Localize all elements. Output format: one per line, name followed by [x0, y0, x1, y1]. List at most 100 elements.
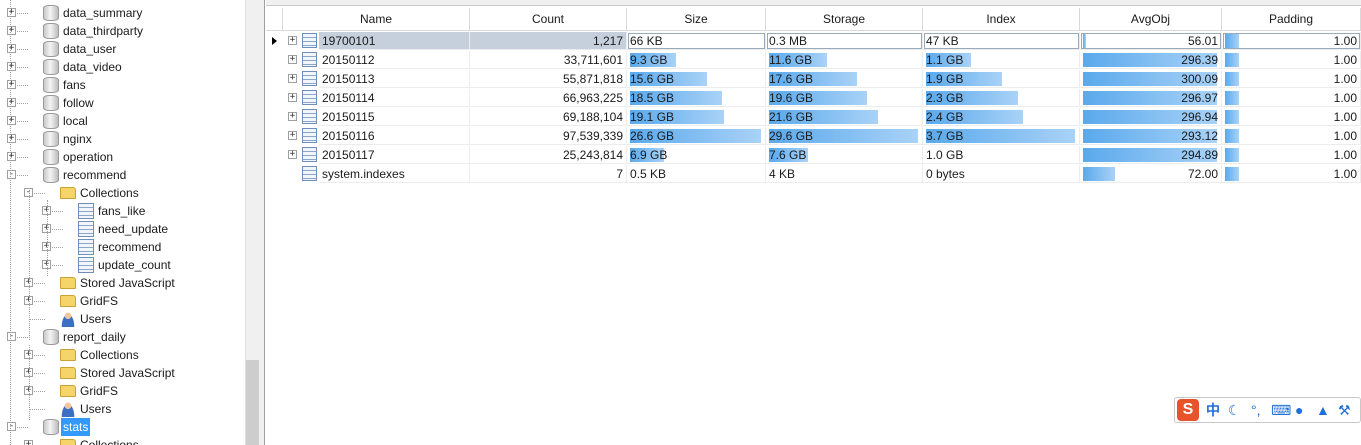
cell-index[interactable]: 2.3 GB: [923, 89, 1080, 107]
cell-name[interactable]: 20150115: [319, 108, 470, 126]
tree-node-label[interactable]: report_daily: [61, 328, 128, 346]
tree-node[interactable]: Users: [0, 310, 245, 328]
tree-node[interactable]: + Collections: [0, 436, 245, 445]
cell-avgobj[interactable]: 72.00: [1080, 165, 1222, 183]
ime-toolbar[interactable]: S 中 ☾ °, ⌨ ● ▲ ⚒: [1174, 397, 1361, 423]
cell-index[interactable]: 2.4 GB: [923, 108, 1080, 126]
row-expand-icon[interactable]: +: [288, 36, 297, 45]
tree-node-label[interactable]: data_summary: [61, 4, 144, 22]
tree-node-label[interactable]: Stored JavaScript: [78, 274, 177, 292]
expand-icon[interactable]: +: [7, 134, 16, 143]
tree-node-label[interactable]: GridFS: [78, 292, 120, 310]
collections-grid[interactable]: Name Count Size Storage Index AvgObj Pad…: [266, 8, 1361, 445]
cell-name[interactable]: 20150114: [319, 89, 470, 107]
collapse-icon[interactable]: -: [7, 170, 16, 179]
cell-storage[interactable]: 19.6 GB: [766, 89, 923, 107]
cell-padding[interactable]: 1.00: [1222, 51, 1361, 69]
cell-size[interactable]: 9.3 GB: [627, 51, 766, 69]
input-mode-toggle[interactable]: 中: [1206, 401, 1220, 419]
cell-padding[interactable]: 1.00: [1222, 32, 1361, 50]
tree-node-label[interactable]: update_count: [96, 256, 173, 274]
cell-index[interactable]: 47 KB: [923, 32, 1080, 50]
expand-icon[interactable]: +: [7, 62, 16, 71]
moon-icon[interactable]: ☾: [1228, 401, 1241, 419]
tree-node[interactable]: + Stored JavaScript: [0, 274, 245, 292]
cell-storage[interactable]: 29.6 GB: [766, 127, 923, 145]
cell-count[interactable]: 66,963,225: [470, 89, 627, 107]
cell-padding[interactable]: 1.00: [1222, 165, 1361, 183]
tree-node-label[interactable]: recommend: [96, 238, 163, 256]
tree-node-label[interactable]: operation: [61, 148, 115, 166]
cell-padding[interactable]: 1.00: [1222, 108, 1361, 126]
tree-node-label[interactable]: GridFS: [78, 382, 120, 400]
tree-node-label[interactable]: data_user: [61, 40, 118, 58]
cell-storage[interactable]: 0.3 MB: [766, 32, 923, 50]
tree-node-label[interactable]: Collections: [78, 436, 141, 445]
column-header-size[interactable]: Size: [627, 8, 766, 31]
cell-name[interactable]: 20150112: [319, 51, 470, 69]
cell-size[interactable]: 26.6 GB: [627, 127, 766, 145]
collapse-icon[interactable]: -: [7, 422, 16, 431]
cell-avgobj[interactable]: 296.94: [1080, 108, 1222, 126]
cell-size[interactable]: 6.9 GB: [627, 146, 766, 164]
expand-icon[interactable]: +: [7, 44, 16, 53]
panel-splitter[interactable]: [260, 0, 265, 445]
cell-storage[interactable]: 4 KB: [766, 165, 923, 183]
expand-icon[interactable]: +: [7, 152, 16, 161]
cell-index[interactable]: 3.7 GB: [923, 127, 1080, 145]
keyboard-icon[interactable]: ⌨: [1271, 401, 1291, 419]
expand-icon[interactable]: +: [7, 116, 16, 125]
tree-node[interactable]: + data_user: [0, 40, 245, 58]
cell-avgobj[interactable]: 56.01: [1080, 32, 1222, 50]
cell-count[interactable]: 69,188,104: [470, 108, 627, 126]
cell-name[interactable]: 19700101: [319, 32, 470, 50]
cell-count[interactable]: 55,871,818: [470, 70, 627, 88]
cell-index[interactable]: 0 bytes: [923, 165, 1080, 183]
cell-count[interactable]: 97,539,339: [470, 127, 627, 145]
column-header-name[interactable]: Name: [283, 8, 470, 31]
tree-node[interactable]: + Stored JavaScript: [0, 364, 245, 382]
table-row[interactable]: +20150112 33,711,601 9.3 GB 11.6 GB 1.1 GB 29…: [266, 51, 1361, 69]
punctuation-icon[interactable]: °,: [1251, 401, 1261, 419]
tree-node-label[interactable]: data_thirdparty: [61, 22, 145, 40]
cell-avgobj[interactable]: 293.12: [1080, 127, 1222, 145]
cell-size[interactable]: 19.1 GB: [627, 108, 766, 126]
tree-node-label[interactable]: fans: [61, 76, 88, 94]
row-expand-icon[interactable]: +: [288, 55, 297, 64]
cell-size[interactable]: 0.5 KB: [627, 165, 766, 183]
tree-node-label[interactable]: Collections: [78, 346, 141, 364]
column-header-count[interactable]: Count: [470, 8, 627, 31]
column-header-padding[interactable]: Padding: [1222, 8, 1361, 31]
cell-name[interactable]: 20150116: [319, 127, 470, 145]
sogou-logo-icon[interactable]: S: [1177, 399, 1199, 421]
tree-node[interactable]: + GridFS: [0, 382, 245, 400]
table-row[interactable]: +20150116 97,539,339 26.6 GB 29.6 GB 3.7 GB 2…: [266, 127, 1361, 145]
column-header-avgobj[interactable]: AvgObj: [1080, 8, 1222, 31]
cell-storage[interactable]: 11.6 GB: [766, 51, 923, 69]
expand-icon[interactable]: +: [24, 440, 33, 445]
cell-padding[interactable]: 1.00: [1222, 89, 1361, 107]
row-expand-icon[interactable]: +: [288, 74, 297, 83]
cell-count[interactable]: 7: [470, 165, 627, 183]
cell-count[interactable]: 25,243,814: [470, 146, 627, 164]
tree-node-label[interactable]: local: [61, 112, 90, 130]
tree-node-label[interactable]: need_update: [96, 220, 170, 238]
cell-size[interactable]: 66 KB: [627, 32, 766, 50]
database-tree[interactable]: + data_summary + data_thirdparty + data_user +…: [0, 0, 245, 445]
cell-name[interactable]: 20150117: [319, 146, 470, 164]
cell-size[interactable]: 15.6 GB: [627, 70, 766, 88]
tree-node-label[interactable]: nginx: [61, 130, 94, 148]
row-expand-icon[interactable]: +: [288, 93, 297, 102]
tree-node-label[interactable]: fans_like: [96, 202, 147, 220]
cell-padding[interactable]: 1.00: [1222, 70, 1361, 88]
tree-node[interactable]: - recommend: [0, 166, 245, 184]
table-row[interactable]: +20150113 55,871,818 15.6 GB 17.6 GB 1.9 GB 3…: [266, 70, 1361, 88]
tree-node-label[interactable]: stats: [61, 418, 91, 436]
row-expand-icon[interactable]: +: [288, 131, 297, 140]
table-row[interactable]: +20150117 25,243,814 6.9 GB 7.6 GB 1.0 GB 294…: [266, 146, 1361, 164]
tree-node[interactable]: + fans_like: [0, 202, 245, 220]
table-row[interactable]: +20150115 69,188,104 19.1 GB 21.6 GB 2.4 GB 2…: [266, 108, 1361, 126]
cell-padding[interactable]: 1.00: [1222, 127, 1361, 145]
table-row[interactable]: +19700101 1,217 66 KB 0.3 MB 47 KB 56.01 1.00: [266, 32, 1361, 50]
table-row[interactable]: system.indexes 7 0.5 KB 4 KB 0 bytes 72.00 1.0…: [266, 165, 1361, 183]
